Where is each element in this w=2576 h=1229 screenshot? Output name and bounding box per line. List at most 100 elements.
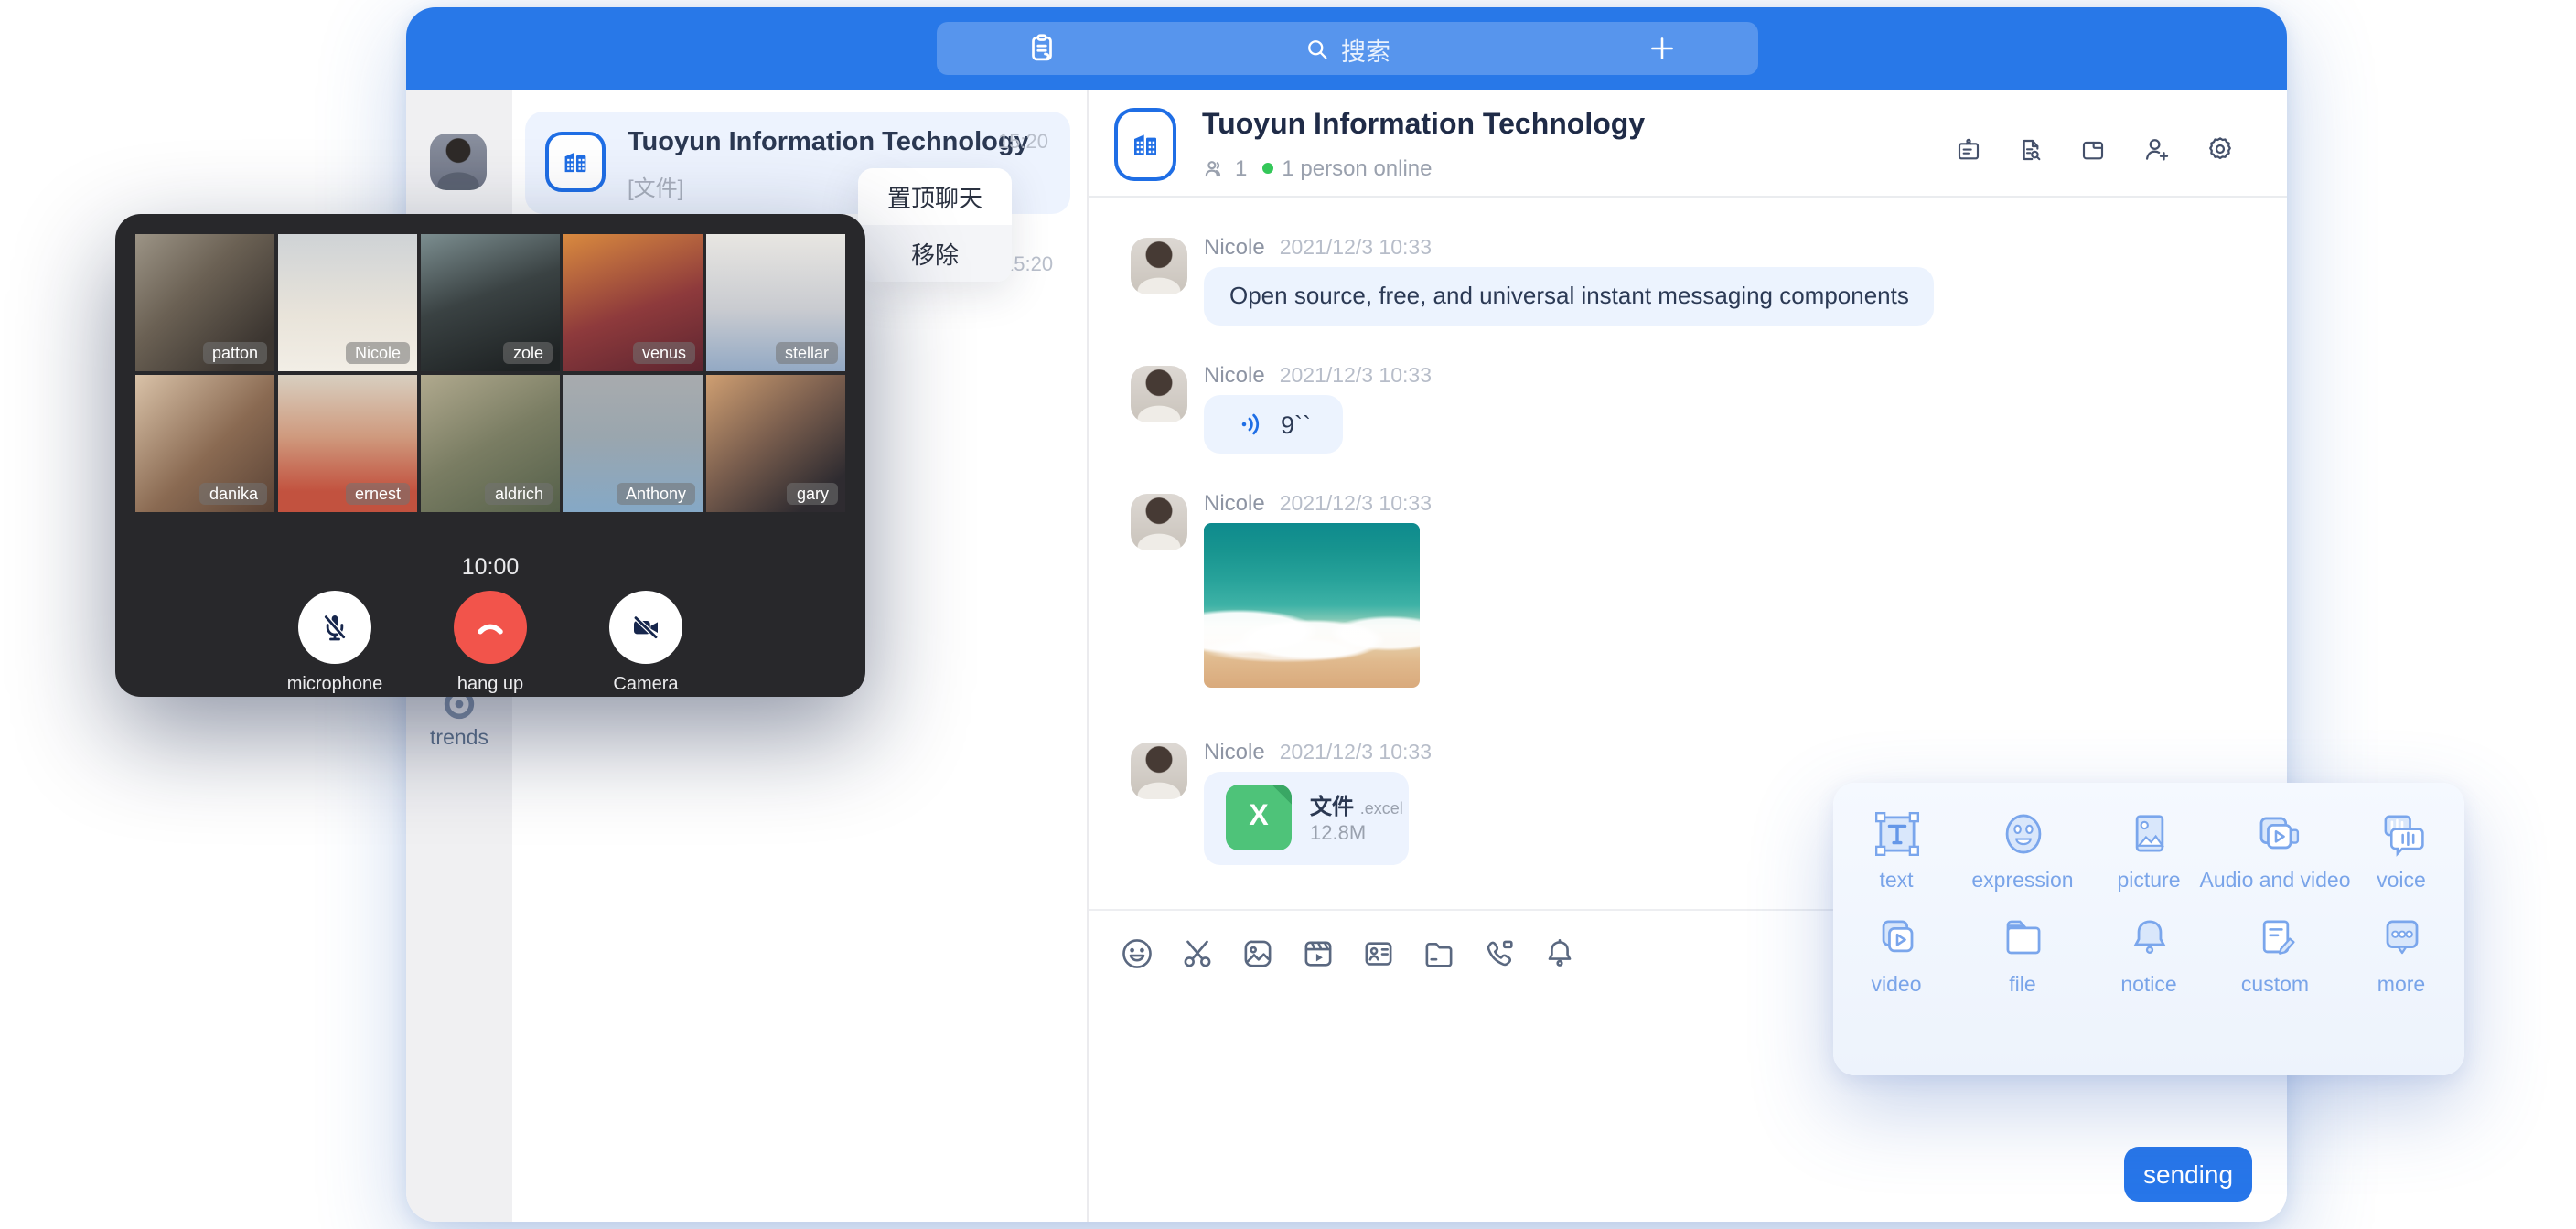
- message-meta: Nicole 2021/12/3 10:33: [1204, 490, 1432, 516]
- sender-name: Nicole: [1204, 739, 1265, 764]
- excel-file-icon: X: [1226, 785, 1292, 850]
- popup-item-audio-video[interactable]: Audio and video: [2212, 805, 2338, 892]
- popup-item-label: video: [1872, 975, 1922, 997]
- avatar[interactable]: [1131, 366, 1187, 422]
- chat-history-search-icon[interactable]: [2016, 134, 2045, 164]
- microphone-button[interactable]: microphone: [274, 591, 395, 695]
- notice-bell-icon: [2120, 909, 2178, 967]
- video-tile[interactable]: gary: [706, 375, 845, 512]
- user-avatar[interactable]: [430, 134, 487, 190]
- voice-duration: 9``: [1281, 411, 1311, 438]
- chat-title: Tuoyun Information Technology: [1202, 110, 1645, 143]
- popup-item-notice[interactable]: notice: [2086, 909, 2212, 997]
- message-time: 2021/12/3 10:33: [1280, 238, 1432, 260]
- group-avatar: [1114, 108, 1176, 181]
- voice-message-bubble[interactable]: 9``: [1204, 395, 1343, 454]
- hang-up-button[interactable]: hang up: [430, 591, 551, 695]
- hang-up-label: hang up: [457, 675, 523, 695]
- popup-item-custom[interactable]: custom: [2212, 909, 2338, 997]
- add-button[interactable]: [1647, 22, 1678, 75]
- video-tile[interactable]: aldrich: [421, 375, 560, 512]
- participant-name: venus: [633, 342, 695, 364]
- picture-icon: [2120, 805, 2178, 863]
- more-icon: [2372, 909, 2431, 967]
- file-folder-icon[interactable]: [1420, 935, 1458, 973]
- trends-label: trends: [406, 728, 512, 750]
- member-count: 1: [1235, 155, 1247, 181]
- popup-item-label: more: [2377, 975, 2425, 997]
- send-label: sending: [2143, 1160, 2233, 1189]
- composer-toolbar: [1118, 935, 1579, 973]
- top-bar: 搜索: [406, 7, 2287, 90]
- file-message-card[interactable]: X 文件 .excel 12.8M: [1204, 772, 1409, 865]
- video-tile[interactable]: danika: [135, 375, 274, 512]
- video-clip-icon[interactable]: [1299, 935, 1337, 973]
- screenshot-scissors-icon[interactable]: [1178, 935, 1217, 973]
- message-time: 2021/12/3 10:33: [1280, 366, 1432, 388]
- popup-item-label: custom: [2241, 975, 2309, 997]
- participant-name: gary: [788, 483, 838, 505]
- file-ext: .excel: [1360, 799, 1403, 818]
- file-size: 12.8M: [1310, 823, 1366, 845]
- expression-icon: [1993, 805, 2052, 863]
- text-message-bubble[interactable]: Open source, free, and universal instant…: [1204, 267, 1935, 326]
- participant-name: zole: [504, 342, 553, 364]
- message-meta: Nicole 2021/12/3 10:33: [1204, 739, 1432, 764]
- message-time: 2021/12/3 10:33: [1280, 743, 1432, 764]
- add-member-icon[interactable]: [2141, 134, 2172, 165]
- bell-icon[interactable]: [1540, 935, 1579, 973]
- message-time: 2021/12/3 10:33: [1280, 494, 1432, 516]
- send-button[interactable]: sending: [2124, 1147, 2252, 1202]
- popup-item-label: file: [2009, 975, 2035, 997]
- popup-item-label: Audio and video: [2200, 871, 2351, 892]
- video-tile[interactable]: zole: [421, 234, 560, 371]
- chat-header: Tuoyun Information Technology 1 1 person…: [1089, 90, 2287, 198]
- group-avatar: [545, 132, 606, 192]
- menu-item-remove[interactable]: 移除: [858, 225, 1012, 282]
- avatar[interactable]: [1131, 743, 1187, 799]
- popup-item-label: voice: [2377, 871, 2426, 892]
- popup-item-file[interactable]: file: [1959, 909, 2086, 997]
- search-icon: [1304, 36, 1330, 61]
- video-tile[interactable]: Nicole: [278, 234, 417, 371]
- conversation-time: 15:20: [998, 132, 1048, 154]
- call-icon[interactable]: [1480, 935, 1519, 973]
- gear-icon[interactable]: [2205, 134, 2236, 165]
- popup-item-voice[interactable]: voice: [2338, 805, 2464, 892]
- avatar[interactable]: [1131, 494, 1187, 550]
- video-tile[interactable]: ernest: [278, 375, 417, 512]
- camera-label: Camera: [613, 675, 678, 695]
- chat-header-actions: [1954, 134, 2236, 165]
- video-tile[interactable]: venus: [564, 234, 703, 371]
- image-message-beach[interactable]: [1204, 523, 1420, 688]
- image-icon[interactable]: [1239, 935, 1277, 973]
- popup-item-video[interactable]: video: [1833, 909, 1959, 997]
- popup-item-picture[interactable]: picture: [2086, 805, 2212, 892]
- file-name: 文件 .excel: [1310, 790, 1403, 821]
- video-tile[interactable]: Anthony: [564, 375, 703, 512]
- contact-card-icon[interactable]: [1359, 935, 1398, 973]
- avatar[interactable]: [1131, 238, 1187, 294]
- video-tile[interactable]: stellar: [706, 234, 845, 371]
- group-files-icon[interactable]: [2078, 134, 2108, 164]
- online-status: 1 person online: [1282, 155, 1432, 181]
- search-input[interactable]: 搜索: [937, 22, 1758, 75]
- popup-item-text[interactable]: text: [1833, 805, 1959, 892]
- conversation-context-menu: 置顶聊天 移除: [858, 168, 1012, 282]
- call-record-icon[interactable]: [1954, 134, 1983, 164]
- popup-item-expression[interactable]: expression: [1959, 805, 2086, 892]
- camera-button[interactable]: Camera: [585, 591, 706, 695]
- sender-name: Nicole: [1204, 490, 1265, 516]
- popup-item-more[interactable]: more: [2338, 909, 2464, 997]
- video-icon: [1867, 909, 1926, 967]
- file-icon: [1993, 909, 2052, 967]
- menu-item-pin-chat[interactable]: 置顶聊天: [858, 168, 1012, 225]
- video-tile[interactable]: patton: [135, 234, 274, 371]
- custom-icon: [2246, 909, 2304, 967]
- conversation-title: Tuoyun Information Technology: [628, 128, 993, 157]
- audio-video-icon: [2246, 805, 2304, 863]
- online-dot: [1261, 163, 1272, 174]
- search-bar[interactable]: 搜索: [937, 22, 1758, 75]
- emoji-icon[interactable]: [1118, 935, 1156, 973]
- participant-name: Nicole: [346, 342, 410, 364]
